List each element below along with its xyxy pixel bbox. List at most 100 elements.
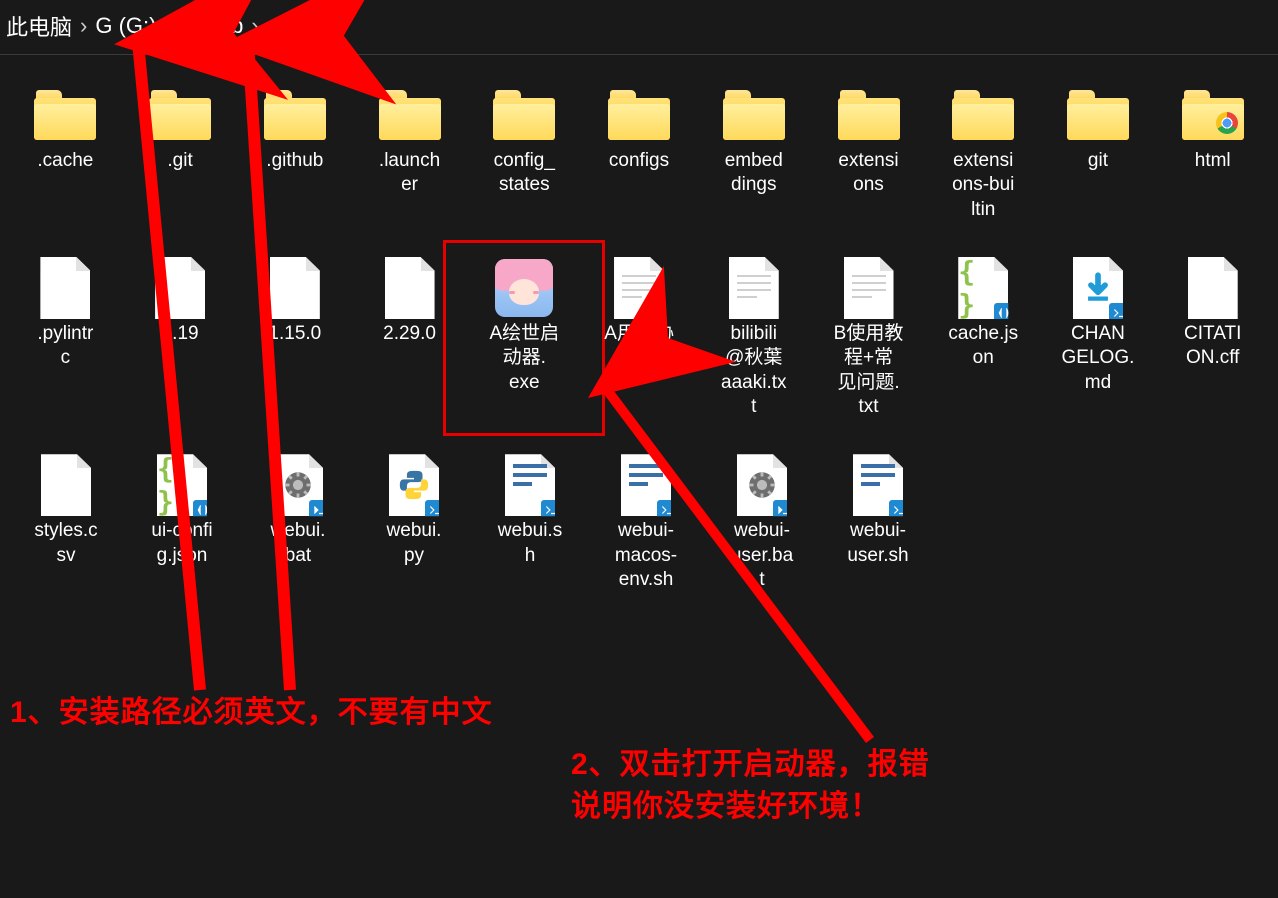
file-icon: { }: [157, 454, 207, 516]
file-item[interactable]: webui- macos- env.sh: [588, 455, 704, 592]
folder-item[interactable]: git: [1041, 85, 1156, 222]
item-label: A绘世启 动器. exe: [470, 322, 578, 395]
folder-item[interactable]: embed dings: [696, 85, 811, 222]
file-item[interactable]: webui. py: [356, 455, 472, 592]
file-grid: .cache .git .github .launch erconfig_ state…: [0, 55, 1278, 628]
file-item[interactable]: { }ui-confi g.json: [124, 455, 240, 592]
item-label: .git: [126, 149, 234, 173]
file-icon: [1188, 257, 1238, 319]
folder-item[interactable]: extensi ons: [811, 85, 926, 222]
item-label: webui- user.sh: [824, 519, 932, 568]
file-icon: [737, 454, 787, 516]
breadcrumb-segment[interactable]: 此电脑: [6, 10, 72, 42]
annotation-text-1: 1、安装路径必须英文，不要有中文: [10, 692, 493, 734]
item-label: ui-confi g.json: [128, 519, 236, 568]
file-icon: [1073, 257, 1123, 319]
item-label: extensi ons-bui ltin: [929, 149, 1037, 222]
file-item[interactable]: webui- user.ba t: [704, 455, 820, 592]
folder-item[interactable]: config_ states: [467, 85, 582, 222]
annotation-text-2: 2、双击打开启动器，报错 说明你没安装好环境！: [571, 744, 930, 828]
item-label: CHAN GELOG. md: [1044, 322, 1152, 395]
file-item[interactable]: A绘世启 动器. exe: [467, 258, 582, 419]
folder-icon: [1182, 90, 1244, 140]
file-icon: [729, 257, 779, 319]
file-icon: [505, 454, 555, 516]
folder-icon: [608, 90, 670, 140]
file-icon: [621, 454, 671, 516]
folder-item[interactable]: .github: [237, 85, 352, 222]
item-label: .launch er: [356, 149, 464, 198]
file-item[interactable]: styles.c sv: [8, 455, 124, 592]
chevron-right-icon: ›: [156, 13, 179, 39]
item-label: webui- user.ba t: [708, 519, 816, 592]
item-label: webui. bat: [244, 519, 352, 568]
file-item[interactable]: B使用教 程+常 见问题. txt: [811, 258, 926, 419]
file-icon: [270, 257, 320, 319]
folder-icon: [264, 90, 326, 140]
item-label: B使用教 程+常 见问题. txt: [815, 322, 923, 419]
folder-icon: [723, 90, 785, 140]
item-label: webui- macos- env.sh: [592, 519, 700, 592]
item-label: A用户协 议.txt: [585, 322, 693, 371]
file-icon: [853, 454, 903, 516]
file-item[interactable]: 1.15.0: [237, 258, 352, 419]
file-icon: [844, 257, 894, 319]
file-icon: [41, 454, 91, 516]
folder-item[interactable]: .cache: [8, 85, 123, 222]
file-icon: [385, 257, 435, 319]
folder-icon: [952, 90, 1014, 140]
file-item[interactable]: CHAN GELOG. md: [1041, 258, 1156, 419]
file-item[interactable]: .pylintr c: [8, 258, 123, 419]
launcher-app-icon: [495, 259, 553, 317]
item-label: .cache: [11, 149, 119, 173]
folder-icon: [149, 90, 211, 140]
file-icon: [40, 257, 90, 319]
item-label: 0.19: [126, 322, 234, 346]
chevron-right-icon: ›: [72, 13, 95, 39]
file-item[interactable]: A用户协 议.txt: [582, 258, 697, 419]
file-icon: [389, 454, 439, 516]
folder-icon: [34, 90, 96, 140]
folder-icon: [838, 90, 900, 140]
item-label: html: [1159, 149, 1267, 173]
item-label: 2.29.0: [356, 322, 464, 346]
item-label: .pylintr c: [11, 322, 119, 371]
breadcrumb: 此电脑 › G (G:) › sdweb ›: [0, 0, 1278, 55]
folder-icon: [493, 90, 555, 140]
item-label: configs: [585, 149, 693, 173]
file-item[interactable]: webui. bat: [240, 455, 356, 592]
item-label: bilibili @秋葉 aaaki.tx t: [700, 322, 808, 419]
file-item[interactable]: { }cache.js on: [926, 258, 1041, 419]
file-icon: [273, 454, 323, 516]
item-label: git: [1044, 149, 1152, 173]
breadcrumb-segment[interactable]: sdweb: [180, 13, 244, 39]
file-item[interactable]: 0.19: [123, 258, 238, 419]
item-label: extensi ons: [815, 149, 923, 198]
folder-item[interactable]: extensi ons-bui ltin: [926, 85, 1041, 222]
file-item[interactable]: webui- user.sh: [820, 455, 936, 592]
file-item[interactable]: webui.s h: [472, 455, 588, 592]
item-label: config_ states: [470, 149, 578, 198]
folder-icon: [1067, 90, 1129, 140]
item-label: webui. py: [360, 519, 468, 568]
file-icon: { }: [958, 257, 1008, 319]
item-label: webui.s h: [476, 519, 584, 568]
folder-icon: [379, 90, 441, 140]
item-label: cache.js on: [929, 322, 1037, 371]
file-item[interactable]: bilibili @秋葉 aaaki.tx t: [696, 258, 811, 419]
folder-item[interactable]: html: [1155, 85, 1270, 222]
chevron-right-icon: ›: [243, 13, 266, 39]
file-item[interactable]: 2.29.0: [352, 258, 467, 419]
file-icon: [614, 257, 664, 319]
item-label: styles.c sv: [12, 519, 120, 568]
file-item[interactable]: CITATI ON.cff: [1155, 258, 1270, 419]
file-icon: [155, 257, 205, 319]
folder-item[interactable]: .git: [123, 85, 238, 222]
folder-item[interactable]: configs: [582, 85, 697, 222]
item-label: CITATI ON.cff: [1159, 322, 1267, 371]
item-label: embed dings: [700, 149, 808, 198]
breadcrumb-segment[interactable]: G (G:): [95, 13, 156, 39]
folder-item[interactable]: .launch er: [352, 85, 467, 222]
item-label: 1.15.0: [241, 322, 349, 346]
item-label: .github: [241, 149, 349, 173]
